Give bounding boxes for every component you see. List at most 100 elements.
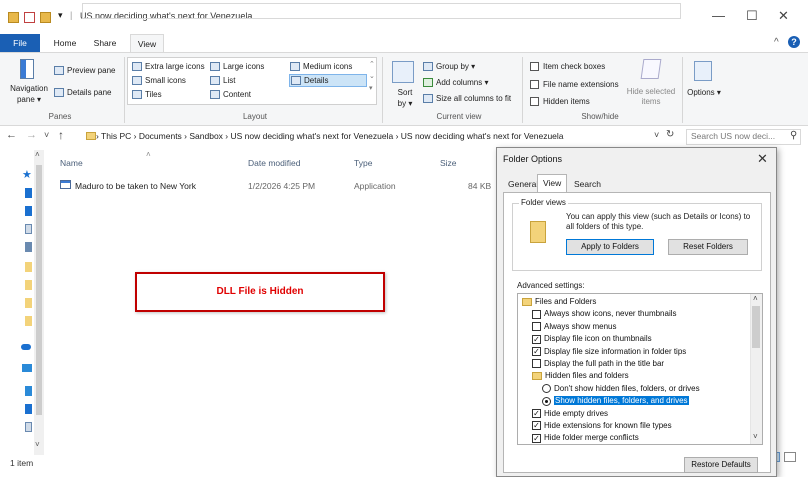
options-icon[interactable]: [694, 61, 712, 81]
hide-selected-items-button[interactable]: Hide selected items: [624, 87, 678, 107]
collapse-ribbon-icon[interactable]: ^: [774, 37, 779, 48]
maximize-button[interactable]: ☐: [746, 8, 758, 24]
tree-item[interactable]: Display the full path in the title bar: [532, 359, 664, 369]
list-option[interactable]: List: [210, 75, 235, 86]
large-icons-option[interactable]: Large icons: [210, 61, 264, 72]
navigation-scroll-thumb[interactable]: [36, 165, 42, 415]
qat-dropdown-icon[interactable]: ▾: [58, 10, 63, 21]
folder-icon[interactable]: [25, 262, 32, 272]
checkbox[interactable]: ✓: [532, 421, 541, 431]
tree-item[interactable]: ✓ Hide empty drives: [532, 409, 608, 419]
drive-icon[interactable]: [25, 422, 32, 432]
column-header-date[interactable]: Date modified: [248, 158, 300, 168]
tree-item[interactable]: Show hidden files, folders, and drives: [542, 396, 689, 406]
restore-defaults-button[interactable]: Restore Defaults: [684, 457, 758, 473]
reset-folders-button[interactable]: Reset Folders: [668, 239, 748, 255]
small-icons-option[interactable]: Small icons: [132, 75, 186, 86]
extra-large-icons-option[interactable]: Extra large icons: [132, 61, 205, 72]
tree-scroll-up-icon[interactable]: ˄: [753, 294, 758, 303]
hidden-items-toggle[interactable]: Hidden items: [530, 96, 590, 107]
tree-item[interactable]: ✓ Display file size information in folder…: [532, 347, 686, 357]
new-folder-icon[interactable]: [40, 12, 51, 23]
apply-to-folders-button[interactable]: Apply to Folders: [566, 239, 654, 255]
address-bar[interactable]: [82, 3, 681, 19]
checkbox[interactable]: [532, 359, 541, 369]
tab-share[interactable]: Share: [90, 34, 120, 52]
radio-button[interactable]: [542, 384, 551, 394]
hidden-items-checkbox[interactable]: [530, 97, 539, 107]
tree-item[interactable]: Hidden files and folders: [532, 371, 629, 381]
tiles-option[interactable]: Tiles: [132, 89, 162, 100]
refresh-icon[interactable]: ↻: [666, 129, 674, 140]
network-icon[interactable]: [25, 386, 32, 396]
onedrive-cloud-icon[interactable]: [21, 344, 31, 350]
tree-item[interactable]: ✓ Display file icon on thumbnails: [532, 334, 652, 344]
help-icon[interactable]: ?: [788, 36, 800, 48]
group-by-button[interactable]: Group by ▾: [423, 61, 475, 72]
breadcrumb[interactable]: › This PC › Documents › Sandbox › US now…: [96, 130, 564, 142]
item-check-boxes-toggle[interactable]: Item check boxes: [530, 61, 605, 72]
forward-button[interactable]: →: [26, 129, 37, 141]
tree-scroll-thumb[interactable]: [752, 306, 760, 348]
search-icon[interactable]: ⚲: [790, 130, 797, 141]
navigation-pane-icon[interactable]: [20, 59, 34, 79]
dialog-close-button[interactable]: ✕: [757, 151, 768, 167]
scroll-up-arrow-icon[interactable]: ˄: [35, 150, 40, 159]
tab-home[interactable]: Home: [50, 34, 80, 52]
file-name-extensions-toggle[interactable]: File name extensions: [530, 79, 619, 90]
pictures-icon[interactable]: [25, 242, 32, 252]
layout-scroll-icon[interactable]: ⌃ ⌄ ▾: [369, 59, 375, 95]
tree-item[interactable]: Files and Folders: [522, 297, 596, 307]
checkbox[interactable]: ✓: [532, 334, 541, 344]
large-icons-view-icon[interactable]: [784, 452, 796, 462]
close-button[interactable]: ✕: [778, 8, 789, 24]
tab-view[interactable]: View: [537, 174, 568, 193]
recent-locations-button[interactable]: ˅: [44, 130, 49, 140]
tree-item[interactable]: ✓ Hide extensions for known file types: [532, 421, 672, 431]
column-header-name[interactable]: Name: [60, 158, 83, 168]
properties-icon[interactable]: [24, 12, 35, 23]
column-header-size[interactable]: Size: [440, 158, 457, 168]
tree-item[interactable]: Always show icons, never thumbnails: [532, 309, 677, 319]
tab-file[interactable]: File: [0, 34, 40, 52]
back-button[interactable]: ←: [6, 129, 17, 141]
folder-icon[interactable]: [25, 298, 32, 308]
folder-icon[interactable]: [25, 316, 32, 326]
column-header-type[interactable]: Type: [354, 158, 372, 168]
navigation-pane-button[interactable]: Navigation pane ▾: [8, 83, 50, 105]
tree-item[interactable]: Always show menus: [532, 322, 616, 332]
documents-icon[interactable]: [25, 224, 32, 234]
item-check-boxes-checkbox[interactable]: [530, 62, 539, 72]
downloads-icon[interactable]: [25, 206, 32, 216]
details-pane-button[interactable]: Details pane: [54, 87, 111, 98]
content-option[interactable]: Content: [210, 89, 251, 100]
up-button[interactable]: ↑: [58, 128, 64, 142]
address-dropdown-icon[interactable]: ˅: [654, 130, 659, 140]
medium-icons-option[interactable]: Medium icons: [290, 61, 352, 72]
checkbox[interactable]: ✓: [532, 408, 541, 418]
add-columns-button[interactable]: Add columns ▾: [423, 77, 488, 88]
scroll-down-arrow-icon[interactable]: ˅: [35, 440, 40, 449]
drive-icon[interactable]: [25, 404, 32, 414]
details-option[interactable]: Details: [289, 74, 367, 87]
folder-icon[interactable]: [25, 280, 32, 290]
file-name-extensions-checkbox[interactable]: [530, 80, 539, 90]
tab-search[interactable]: Search: [569, 176, 606, 193]
size-all-columns-button[interactable]: Size all columns to fit: [423, 93, 511, 104]
minimize-button[interactable]: —: [712, 8, 725, 23]
this-pc-icon[interactable]: [22, 364, 32, 372]
sort-by-button[interactable]: Sort by ▾: [395, 87, 415, 109]
radio-button[interactable]: [542, 396, 551, 406]
checkbox[interactable]: ✓: [532, 433, 541, 443]
quick-access-star-icon[interactable]: ★: [22, 168, 32, 181]
preview-pane-button[interactable]: Preview pane: [54, 65, 115, 76]
checkbox[interactable]: ✓: [532, 346, 541, 356]
tree-item[interactable]: Don't show hidden files, folders, or dri…: [542, 384, 700, 394]
sort-by-icon[interactable]: [392, 61, 414, 83]
desktop-icon[interactable]: [25, 188, 32, 198]
tab-view[interactable]: View: [130, 34, 164, 52]
tree-item[interactable]: ✓ Hide folder merge conflicts: [532, 433, 639, 443]
options-button[interactable]: Options ▾: [686, 87, 722, 98]
tree-scroll-down-icon[interactable]: ˅: [753, 432, 758, 441]
checkbox[interactable]: [532, 322, 541, 332]
